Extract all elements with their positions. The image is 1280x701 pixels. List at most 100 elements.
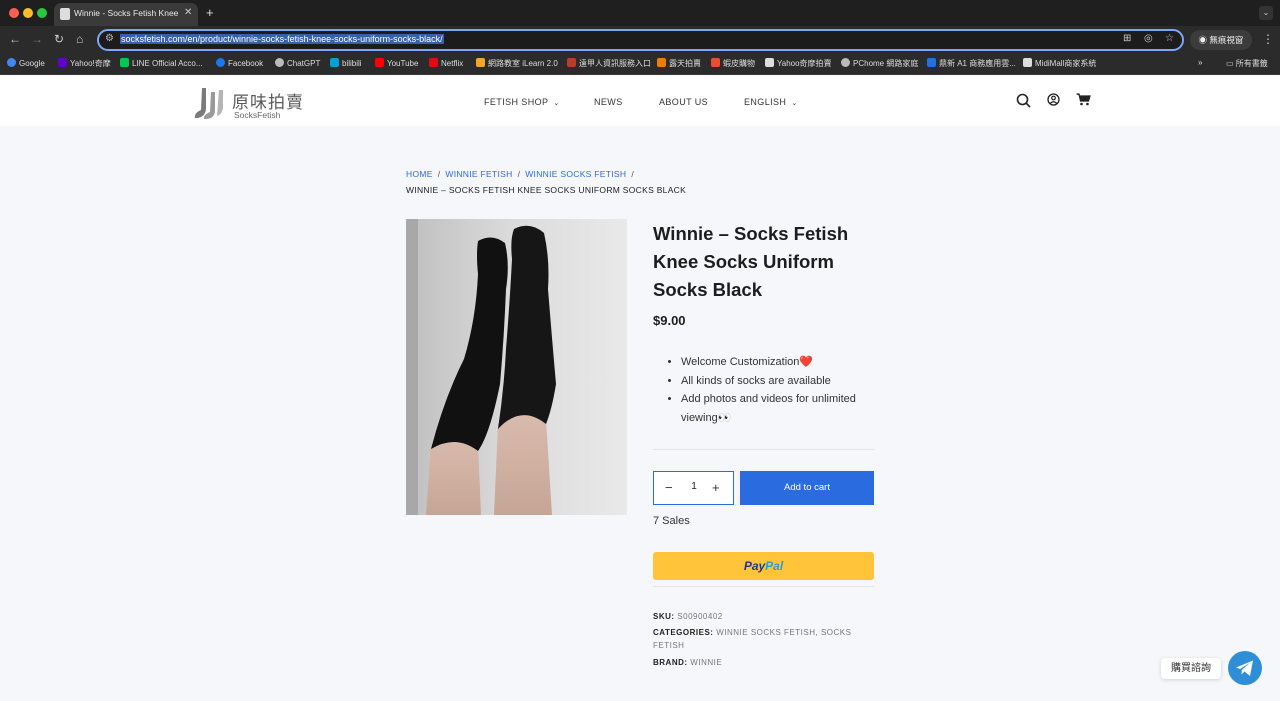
chevron-down-icon: ⌄ — [791, 100, 798, 107]
tab-title: Winnie - Socks Fetish Knee S — [74, 8, 178, 18]
bookmark-google[interactable]: Google — [7, 58, 45, 68]
breadcrumb-winnie-socks-fetish[interactable]: WINNIE SOCKS FETISH — [525, 169, 626, 179]
bookmark-a1[interactable]: 鼎新 A1 商務應用雲... — [927, 58, 1016, 69]
incognito-icon: ◉ — [1198, 35, 1210, 45]
url-text[interactable]: socksfetish.com/en/product/winnie-socks-… — [120, 34, 444, 44]
browser-tab[interactable]: Winnie - Socks Fetish Knee S ✕ — [54, 3, 198, 26]
youtube-icon — [375, 58, 384, 67]
site-settings-icon[interactable]: ⚙ — [105, 33, 114, 44]
paypal-logo-pal: Pal — [765, 559, 784, 573]
breadcrumb: HOME / WINNIE FETISH / WINNIE SOCKS FETISH / … — [406, 167, 706, 198]
divider — [653, 586, 874, 587]
cart-icon[interactable] — [1076, 93, 1091, 106]
bookmarks-bar: Google Yahoo!奇摩 LINE Official Acco... Fa… — [0, 54, 1280, 75]
breadcrumb-current: WINNIE – SOCKS FETISH KNEE SOCKS UNIFORM… — [406, 185, 687, 195]
pchome-icon — [841, 58, 850, 67]
menu-language-label: ENGLISH — [744, 97, 787, 107]
site-logo[interactable]: 原味拍賣 SocksFetish — [192, 84, 303, 120]
product-photo — [406, 219, 627, 515]
tab-close-icon[interactable]: ✕ — [184, 7, 192, 18]
sock-logo-icon — [194, 88, 223, 119]
midimall-icon — [1023, 58, 1032, 67]
more-bookmarks-icon[interactable]: » — [1198, 58, 1202, 67]
quantity-decrease-button[interactable]: − — [665, 480, 673, 495]
bookmark-youtube[interactable]: YouTube — [375, 58, 418, 68]
bookmark-portal[interactable]: 遠甲人資訊服務入口 — [567, 58, 651, 69]
folder-icon: ▭ — [1226, 59, 1236, 68]
incognito-badge[interactable]: ◉ 無痕視窗 — [1190, 30, 1252, 50]
netflix-icon — [429, 58, 438, 67]
bookmark-star-icon[interactable]: ☆ — [1165, 33, 1174, 44]
maximize-window-button[interactable] — [37, 8, 47, 18]
menu-news[interactable]: NEWS — [594, 97, 623, 107]
feature-item: All kinds of socks are available — [681, 372, 882, 391]
menu-fetish-shop-label: FETISH SHOP — [484, 97, 549, 107]
breadcrumb-separator: / — [517, 169, 521, 179]
product-categories: CATEGORIES: WINNIE SOCKS FETISH, SOCKS F… — [653, 626, 874, 652]
sku-label: SKU: — [653, 612, 675, 621]
browser-menu-icon[interactable]: ⋮ — [1262, 32, 1274, 46]
feature-item: Welcome Customization❤️ — [681, 353, 882, 372]
portal-icon — [567, 58, 576, 67]
category-separator: , — [815, 628, 819, 637]
breadcrumb-winnie-fetish[interactable]: WINNIE FETISH — [445, 169, 512, 179]
translate-icon[interactable]: ⊞ — [1123, 33, 1131, 44]
sku-value: S00900402 — [677, 612, 723, 621]
bookmark-bilibili[interactable]: bilibili — [330, 58, 362, 68]
product-sku: SKU: S00900402 — [653, 610, 874, 623]
search-icon[interactable] — [1016, 93, 1031, 108]
product-image[interactable] — [406, 219, 627, 515]
bookmark-facebook[interactable]: Facebook — [216, 58, 263, 68]
bookmark-shopee[interactable]: 蝦皮購物 — [711, 58, 755, 69]
line-icon — [120, 58, 129, 67]
bookmark-yahoo-auction[interactable]: Yahoo奇摩拍賣 — [765, 58, 832, 69]
chatgpt-icon — [275, 58, 284, 67]
bookmark-line[interactable]: LINE Official Acco... — [120, 58, 203, 68]
site-header: 原味拍賣 SocksFetish FETISH SHOP ⌄ NEWS ABOUT… — [0, 76, 1280, 126]
telegram-chat-button[interactable] — [1228, 651, 1262, 685]
quantity-input[interactable] — [682, 481, 706, 492]
quantity-increase-button[interactable]: + — [712, 480, 720, 495]
breadcrumb-separator: / — [631, 169, 635, 179]
browser-tab-bar: Winnie - Socks Fetish Knee S ✕ + ⌄ — [0, 0, 1280, 26]
bookmark-midimall[interactable]: MidiMall商家系統 — [1023, 58, 1096, 69]
bookmark-pchome[interactable]: PChome 網路家庭 — [841, 58, 918, 69]
ruten-icon — [657, 58, 666, 67]
bookmark-chatgpt[interactable]: ChatGPT — [275, 58, 320, 68]
menu-about-us[interactable]: ABOUT US — [659, 97, 708, 107]
tab-search-icon[interactable]: ⌄ — [1259, 6, 1273, 20]
new-tab-icon[interactable]: + — [206, 5, 214, 20]
product-title: Winnie – Socks Fetish Knee Socks Uniform… — [653, 223, 849, 300]
bookmark-ruten[interactable]: 露天拍賣 — [657, 58, 701, 69]
all-bookmarks[interactable]: ▭ 所有書籤 — [1226, 58, 1268, 69]
bookmark-yahoo[interactable]: Yahoo!奇摩 — [58, 58, 111, 69]
chat-label[interactable]: 購買諮詢 — [1161, 658, 1221, 679]
menu-fetish-shop[interactable]: FETISH SHOP ⌄ — [484, 97, 560, 107]
sales-count: 7 Sales — [653, 515, 690, 527]
address-bar[interactable]: ⚙ socksfetish.com/en/product/winnie-sock… — [97, 29, 1184, 51]
chevron-down-icon: ⌄ — [553, 100, 560, 107]
minimize-window-button[interactable] — [23, 8, 33, 18]
incognito-label: 無痕視窗 — [1209, 35, 1244, 45]
yahoo-auction-icon — [765, 58, 774, 67]
home-icon[interactable]: ⌂ — [76, 32, 83, 46]
back-icon[interactable]: ← — [9, 32, 21, 46]
product-features: Welcome Customization❤️ All kinds of soc… — [667, 353, 882, 427]
eye-off-icon[interactable]: ◎ — [1144, 33, 1153, 44]
forward-icon[interactable]: → — [31, 32, 43, 46]
add-to-cart-button[interactable]: Add to cart — [740, 471, 874, 505]
reload-icon[interactable]: ↻ — [54, 32, 64, 46]
brand-link[interactable]: WINNIE — [690, 658, 722, 667]
account-icon[interactable] — [1047, 93, 1060, 106]
paypal-button[interactable]: PayPal — [653, 552, 874, 580]
breadcrumb-home[interactable]: HOME — [406, 169, 433, 179]
bookmark-ilearn[interactable]: 網路教室 iLearn 2.0 — [476, 58, 558, 69]
bookmark-netflix[interactable]: Netflix — [429, 58, 463, 68]
category-link[interactable]: WINNIE SOCKS FETISH — [716, 628, 815, 637]
menu-language[interactable]: ENGLISH ⌄ — [744, 97, 798, 107]
bilibili-icon — [330, 58, 339, 67]
close-window-button[interactable] — [9, 8, 19, 18]
site-favicon-icon — [60, 8, 70, 20]
google-icon — [7, 58, 16, 67]
facebook-icon — [216, 58, 225, 67]
